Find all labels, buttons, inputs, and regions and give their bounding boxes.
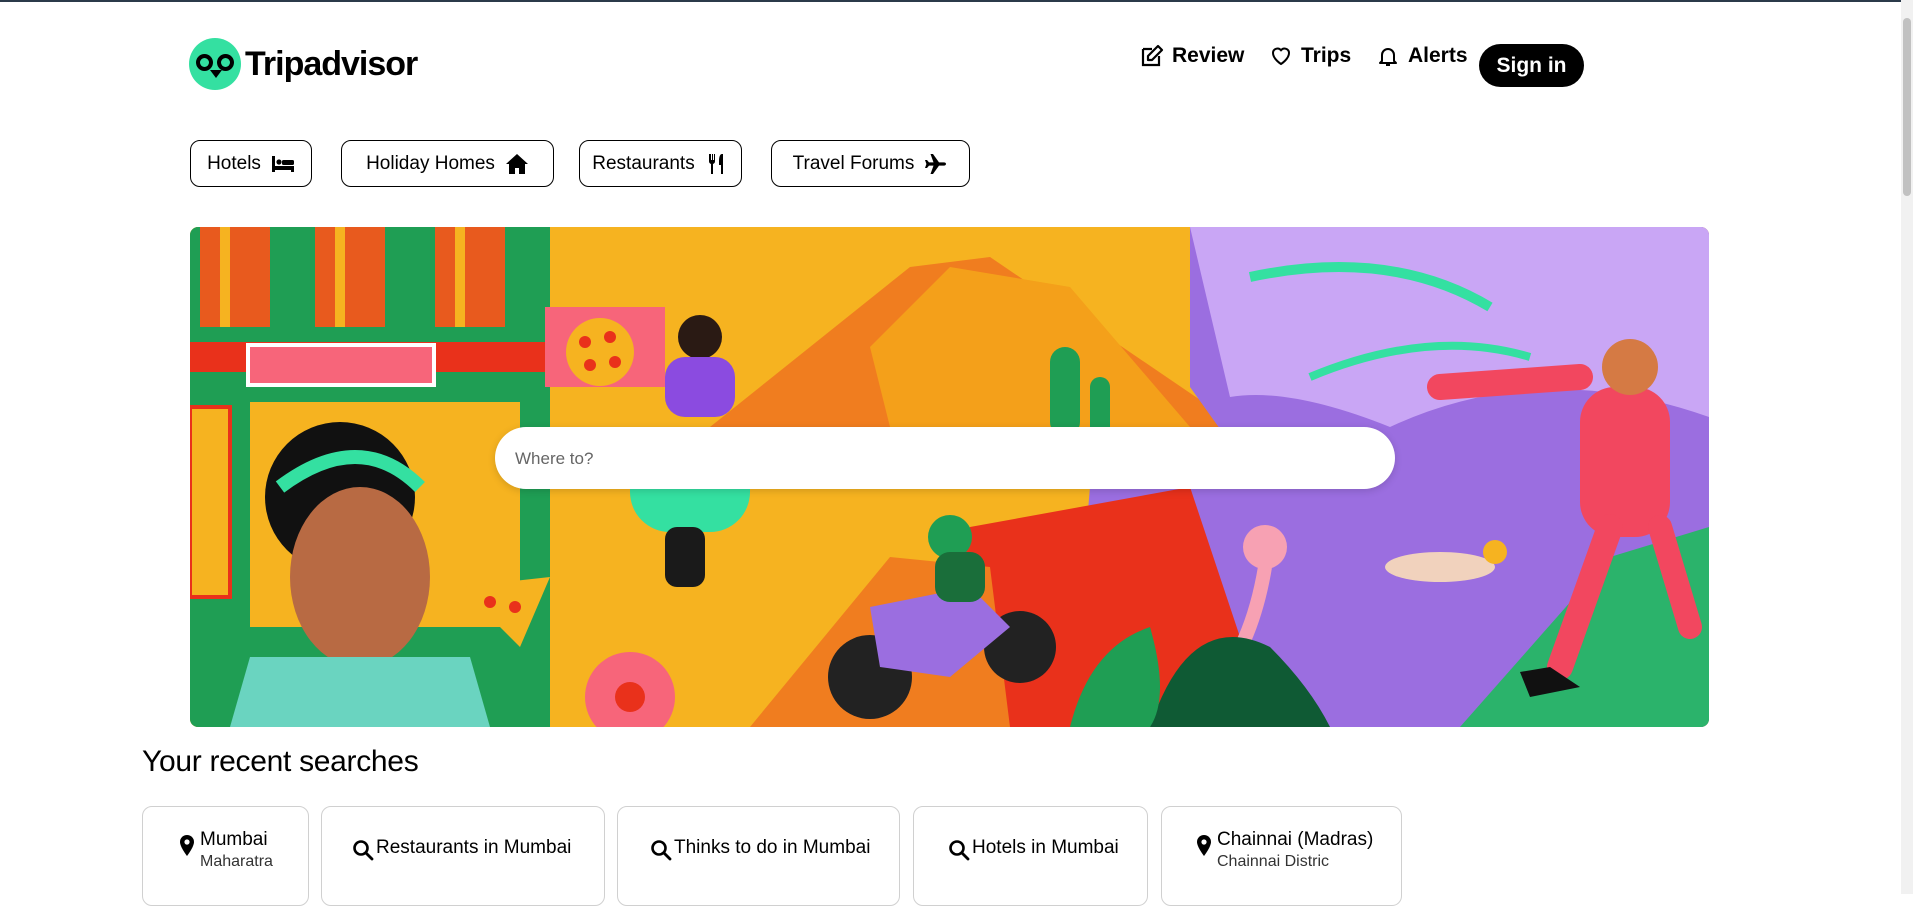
- holiday-homes-button[interactable]: Holiday Homes: [341, 140, 554, 187]
- recent-search-title: Thinks to do in Mumbai: [674, 837, 871, 858]
- recent-search-card[interactable]: Mumbai Maharatra: [142, 806, 309, 906]
- alerts-label: Alerts: [1408, 44, 1468, 67]
- tripadvisor-logo[interactable]: Tripadvisor: [189, 38, 418, 90]
- recent-search-title: Hotels in Mumbai: [972, 837, 1119, 858]
- heart-icon: [1271, 47, 1291, 66]
- cutlery-icon: [708, 153, 723, 174]
- review-label: Review: [1172, 44, 1245, 67]
- recent-search-title: Mumbai: [200, 829, 268, 850]
- hotels-label: Hotels: [207, 152, 261, 174]
- map-pin-icon: [180, 835, 194, 856]
- recent-search-title: Restaurants in Mumbai: [376, 837, 572, 858]
- scrollbar-thumb[interactable]: [1903, 18, 1911, 196]
- recent-search-card[interactable]: Hotels in Mumbai: [913, 806, 1148, 906]
- pencil-icon: [1141, 44, 1164, 67]
- hero-banner: [190, 227, 1709, 727]
- restaurants-label: Restaurants: [592, 152, 695, 174]
- trips-label: Trips: [1301, 44, 1352, 67]
- search-bar[interactable]: [495, 427, 1395, 491]
- recent-search-card[interactable]: Restaurants in Mumbai: [321, 806, 605, 906]
- travel-forums-label: Travel Forums: [792, 152, 915, 174]
- recent-search-title: Chainnai (Madras): [1217, 829, 1374, 850]
- search-icon: [651, 840, 672, 861]
- recent-search-subtitle: Chainnai Distric: [1217, 853, 1330, 870]
- sign-in-button[interactable]: Sign in: [1479, 44, 1584, 87]
- recent-search-card[interactable]: Chainnai (Madras) Chainnai Distric: [1161, 806, 1402, 906]
- home-icon: [505, 153, 528, 174]
- site-header: Tripadvisor Review Trips Alerts Sign in: [0, 0, 1900, 110]
- recent-searches-title: Your recent searches: [142, 745, 419, 778]
- recent-search-card[interactable]: Thinks to do in Mumbai: [617, 806, 900, 906]
- search-icon: [949, 840, 970, 861]
- owl-logo-icon: [189, 38, 241, 90]
- restaurants-button[interactable]: Restaurants: [579, 140, 742, 187]
- trips-link[interactable]: Trips: [1269, 44, 1351, 68]
- brand-name: Tripadvisor: [245, 44, 418, 83]
- plane-icon: [925, 153, 947, 174]
- map-pin-icon: [1197, 835, 1211, 856]
- bell-icon: [1379, 48, 1397, 66]
- search-input[interactable]: [513, 427, 1377, 491]
- page-scrollbar[interactable]: [1901, 0, 1913, 894]
- travel-forums-button[interactable]: Travel Forums: [771, 140, 970, 187]
- review-link[interactable]: Review: [1140, 44, 1244, 68]
- hotels-button[interactable]: Hotels: [190, 140, 312, 187]
- alerts-link[interactable]: Alerts: [1376, 44, 1468, 68]
- bed-icon: [271, 155, 294, 172]
- holiday-homes-label: Holiday Homes: [366, 152, 495, 174]
- recent-search-subtitle: Maharatra: [200, 853, 273, 870]
- search-icon: [353, 840, 374, 861]
